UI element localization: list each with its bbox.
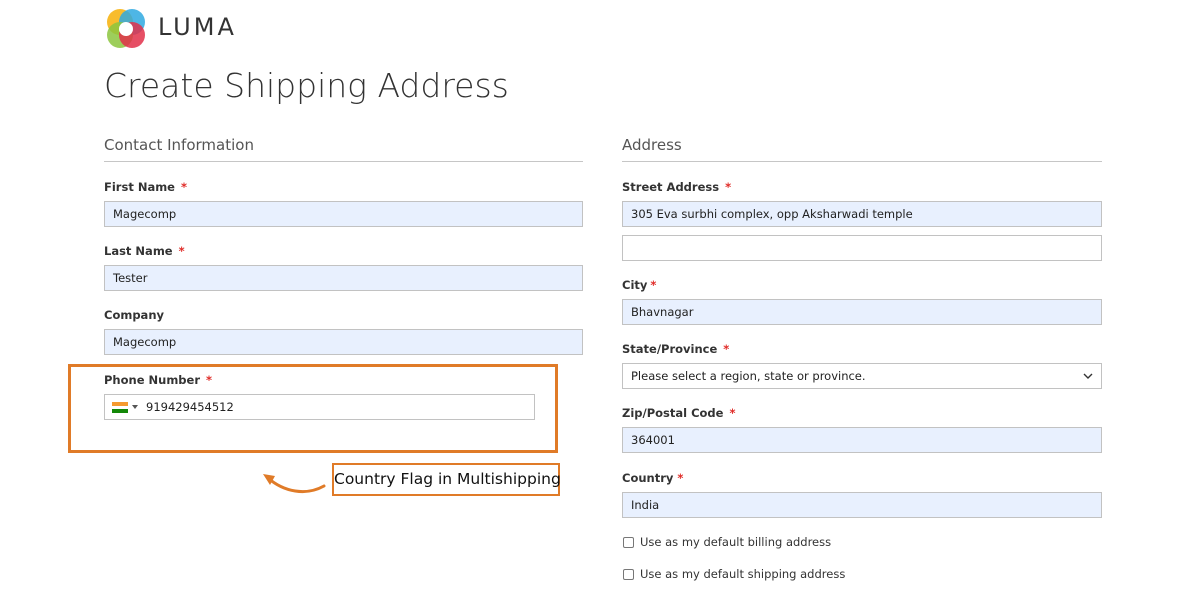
phone-label: Phone Number * xyxy=(104,373,213,387)
zip-input[interactable]: 364001 xyxy=(622,427,1102,453)
page-title: Create Shipping Address xyxy=(104,66,509,105)
india-flag-icon[interactable] xyxy=(112,402,128,413)
company-label: Company xyxy=(104,308,164,322)
address-section-divider xyxy=(622,161,1102,162)
last-name-input[interactable]: Tester xyxy=(104,265,583,291)
street-address-label: Street Address * xyxy=(622,180,732,194)
street-address-line1-input[interactable]: 305 Eva surbhi complex, opp Aksharwadi t… xyxy=(622,201,1102,227)
country-select[interactable]: India xyxy=(622,492,1102,518)
default-billing-checkbox[interactable] xyxy=(623,537,634,548)
company-input[interactable]: Magecomp xyxy=(104,329,583,355)
default-shipping-checkbox[interactable] xyxy=(623,569,634,580)
city-input[interactable]: Bhavnagar xyxy=(622,299,1102,325)
flag-dropdown-caret-icon[interactable] xyxy=(132,405,138,409)
annotation-callout: Country Flag in Multishipping xyxy=(332,463,561,496)
luma-logo-icon xyxy=(107,9,145,48)
default-shipping-label[interactable]: Use as my default shipping address xyxy=(640,567,845,581)
chevron-down-icon xyxy=(1083,373,1093,379)
state-label: State/Province * xyxy=(622,342,730,356)
zip-label: Zip/Postal Code * xyxy=(622,406,736,420)
logo-text[interactable]: LUMA xyxy=(158,13,237,41)
phone-input[interactable]: 919429454512 xyxy=(104,394,535,420)
first-name-label: First Name * xyxy=(104,180,187,194)
state-select[interactable]: Please select a region, state or provinc… xyxy=(622,363,1102,389)
contact-section-title: Contact Information xyxy=(104,136,254,154)
country-label: Country * xyxy=(622,471,684,485)
state-select-value: Please select a region, state or provinc… xyxy=(631,369,866,383)
first-name-input[interactable]: Magecomp xyxy=(104,201,583,227)
street-address-line2-input[interactable] xyxy=(622,235,1102,261)
curved-arrow-icon xyxy=(263,474,326,493)
contact-section-divider xyxy=(104,161,583,162)
default-billing-label[interactable]: Use as my default billing address xyxy=(640,535,831,549)
phone-value: 919429454512 xyxy=(146,400,234,414)
address-section-title: Address xyxy=(622,136,682,154)
last-name-label: Last Name * xyxy=(104,244,185,258)
city-label: City * xyxy=(622,278,657,292)
